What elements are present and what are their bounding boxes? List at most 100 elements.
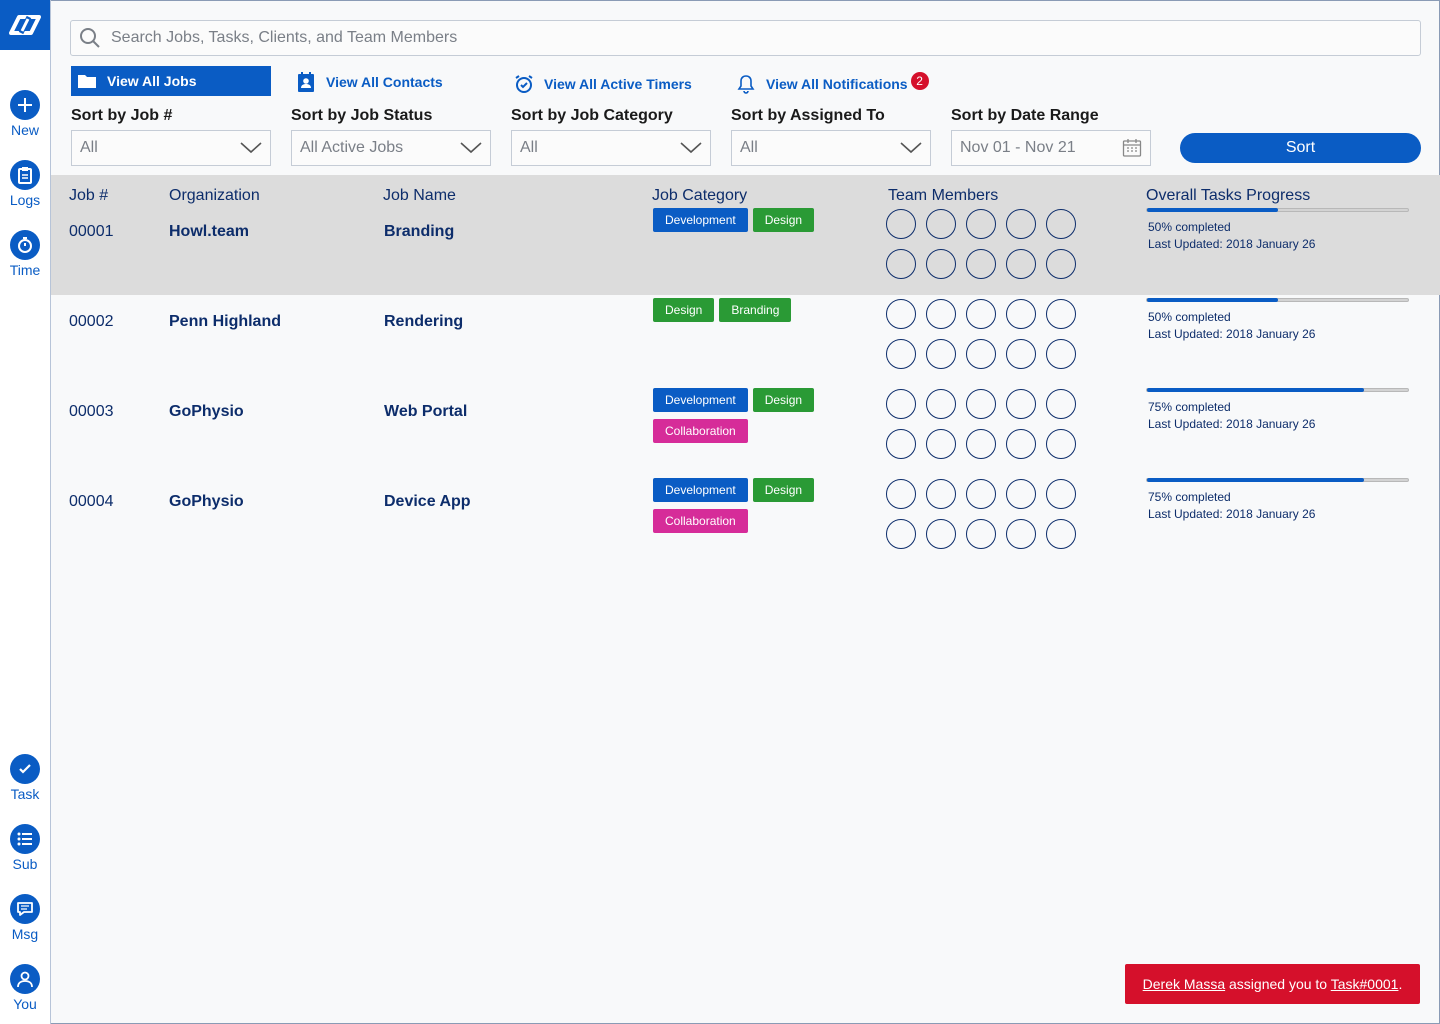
member-avatar[interactable] [926,429,956,459]
member-avatar[interactable] [1006,339,1036,369]
job-name[interactable]: Device App [384,493,471,511]
plus-icon [10,90,40,120]
organization-name: Penn Highland [169,313,281,330]
table-row[interactable]: 00002 Penn Highland Rendering Design Brandin… [51,278,1440,369]
member-avatar[interactable] [966,479,996,509]
member-avatar[interactable] [966,339,996,369]
filter-status-label: Sort by Job Status [291,107,433,124]
member-avatar[interactable] [926,479,956,509]
chevron-down-icon [460,142,482,154]
member-avatar[interactable] [1046,339,1076,369]
nav-view-all-timers[interactable]: View All Active Timers [514,72,692,96]
job-name[interactable]: Web Portal [384,403,467,421]
sidebar-item-logs[interactable]: Logs [0,160,50,208]
member-avatar[interactable] [1046,429,1076,459]
member-avatar[interactable] [926,209,956,239]
member-avatar[interactable] [966,209,996,239]
category-tag[interactable]: Development [653,478,748,502]
member-avatar[interactable] [1006,299,1036,329]
filter-date-input[interactable]: Nov 01 - Nov 21 [951,130,1151,166]
toast-end: . [1398,976,1403,992]
table-row[interactable]: 00003 GoPhysio Web Portal Development Design… [51,368,1440,459]
toast-user-link[interactable]: Derek Massa [1143,976,1225,992]
member-avatar[interactable] [1006,479,1036,509]
member-avatar[interactable] [1006,389,1036,419]
member-avatar[interactable] [1046,249,1076,279]
member-avatar[interactable] [966,389,996,419]
sort-button[interactable]: Sort [1180,133,1421,163]
sidebar-item-task[interactable]: Task [0,754,50,802]
member-avatar[interactable] [1006,209,1036,239]
member-avatar[interactable] [1006,519,1036,549]
search-input[interactable] [111,29,1311,47]
member-avatar[interactable] [926,299,956,329]
member-avatar[interactable] [1046,519,1076,549]
chevron-down-icon [240,142,262,154]
member-avatar[interactable] [966,519,996,549]
last-updated-text: Last Updated: 2018 January 26 [1148,507,1316,521]
sidebar-label-you: You [13,996,37,1012]
contact-book-icon [298,72,314,92]
member-avatar[interactable] [926,519,956,549]
member-avatar[interactable] [966,429,996,459]
organization-name: GoPhysio [169,493,244,510]
calendar-icon[interactable] [1122,138,1142,158]
nav-view-all-jobs-label: View All Jobs [107,73,197,89]
category-tag[interactable]: Design [653,298,715,322]
team-members-grid [886,299,1076,369]
member-avatar[interactable] [886,519,916,549]
progress-bar [1146,388,1409,392]
category-tag[interactable]: Design [752,478,815,502]
toast-message: assigned you to [1225,976,1331,992]
member-avatar[interactable] [886,209,916,239]
member-avatar[interactable] [1046,479,1076,509]
member-avatar[interactable] [1006,429,1036,459]
category-tag[interactable]: Collaboration [653,419,748,443]
category-tag[interactable]: Design [752,208,815,232]
list-icon [10,824,40,854]
member-avatar[interactable] [926,339,956,369]
filter-date-label: Sort by Date Range [951,107,1099,124]
progress-bar [1146,298,1409,302]
filter-assigned-select[interactable]: All [731,130,931,166]
progress-percent-text: 75% completed [1148,490,1231,504]
member-avatar[interactable] [966,249,996,279]
nav-view-all-jobs[interactable]: View All Jobs [71,66,271,96]
nav-view-all-notifications[interactable]: View All Notifications 2 [736,72,929,96]
nav-view-all-contacts[interactable]: View All Contacts [296,70,443,94]
member-avatar[interactable] [1046,389,1076,419]
filter-status-select[interactable]: All Active Jobs [291,130,491,166]
sidebar-item-sub[interactable]: Sub [0,824,50,872]
member-avatar[interactable] [1046,209,1076,239]
table-row[interactable]: 00001 Howl.team Branding Development Design 5… [51,188,1440,279]
member-avatar[interactable] [886,339,916,369]
category-tag[interactable]: Branding [719,298,792,322]
filter-status-value: All Active Jobs [300,139,404,156]
category-tag[interactable]: Development [653,388,748,412]
member-avatar[interactable] [886,429,916,459]
member-avatar[interactable] [966,299,996,329]
member-avatar[interactable] [1046,299,1076,329]
member-avatar[interactable] [1006,249,1036,279]
member-avatar[interactable] [886,249,916,279]
sidebar-item-you[interactable]: You [0,964,50,1012]
category-tag[interactable]: Design [752,388,815,412]
category-tag[interactable]: Collaboration [653,509,748,533]
member-avatar[interactable] [886,299,916,329]
job-name[interactable]: Rendering [384,313,463,331]
member-avatar[interactable] [926,389,956,419]
sidebar-item-msg[interactable]: Msg [0,894,50,942]
sidebar-item-new[interactable]: New [0,90,50,138]
member-avatar[interactable] [886,389,916,419]
member-avatar[interactable] [886,479,916,509]
toast-task-link[interactable]: Task#0001 [1331,976,1399,992]
filter-category-select[interactable]: All [511,130,711,166]
filter-job-select[interactable]: All [71,130,271,166]
member-avatar[interactable] [926,249,956,279]
table-row[interactable]: 00004 GoPhysio Device App Development Design… [51,458,1440,549]
job-category-tags: Development Design [653,208,833,232]
sidebar-item-time[interactable]: Time [0,230,50,278]
job-name[interactable]: Branding [384,223,454,241]
category-tag[interactable]: Development [653,208,748,232]
app-logo[interactable] [0,0,50,50]
